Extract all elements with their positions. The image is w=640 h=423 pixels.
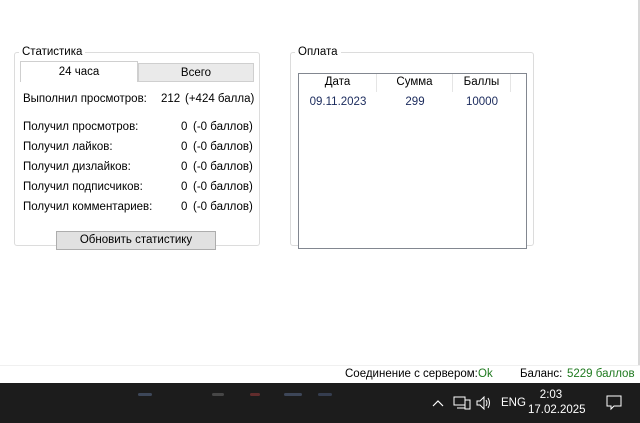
clock-date: 17.02.2025 — [528, 404, 586, 416]
statistics-legend: Статистика — [22, 46, 83, 58]
payment-list[interactable]: Дата Сумма Баллы 09.11.2023 299 10000 — [298, 73, 527, 249]
column-header-date[interactable]: Дата — [299, 74, 377, 92]
cell-points: 10000 — [466, 96, 498, 108]
stat-label: Получил просмотров: — [23, 121, 139, 133]
payment-legend: Оплата — [298, 46, 338, 58]
status-bar: Соединение с сервером: Ok Баланс: 5229 б… — [0, 365, 640, 383]
taskbar: ENG 2:03 17.02.2025 — [0, 383, 640, 423]
payment-list-header: Дата Сумма Баллы — [299, 74, 526, 92]
notification-icon[interactable] — [606, 395, 622, 411]
stat-value: 0 — [181, 201, 188, 213]
cell-amount: 299 — [405, 96, 425, 108]
stat-bonus: (-0 баллов) — [193, 121, 253, 133]
balance-label: Баланс: — [520, 368, 563, 380]
tab-24h[interactable]: 24 часа — [20, 61, 138, 82]
stat-bonus: (-0 баллов) — [193, 161, 253, 173]
stat-value: 212 — [161, 93, 181, 105]
payment-group: Оплата Дата Сумма Баллы 09.11.2023 299 1… — [290, 46, 534, 249]
connection-status: Ok — [478, 368, 493, 380]
stat-label: Получил лайков: — [23, 141, 113, 153]
cell-date: 09.11.2023 — [309, 96, 367, 108]
tab-total[interactable]: Всего — [138, 63, 254, 82]
connection-label: Соединение с сервером: — [345, 368, 478, 380]
volume-icon[interactable] — [476, 396, 492, 410]
stat-value: 0 — [181, 161, 188, 173]
stat-label: Выполнил просмотров: — [23, 93, 147, 105]
language-indicator[interactable]: ENG — [501, 397, 526, 409]
stat-value: 0 — [181, 121, 188, 133]
period-tabs: 24 часа Всего — [20, 61, 254, 82]
refresh-stats-button[interactable]: Обновить статистику — [56, 231, 216, 250]
clock[interactable]: 2:03 17.02.2025 — [528, 388, 586, 418]
chevron-up-icon[interactable] — [432, 399, 444, 407]
stat-label: Получил комментариев: — [23, 201, 153, 213]
stat-bonus: (+424 балла) — [185, 93, 255, 105]
stat-bonus: (-0 баллов) — [193, 141, 253, 153]
table-row[interactable]: 09.11.2023 299 10000 — [299, 93, 526, 111]
clock-time: 2:03 — [539, 389, 563, 401]
stat-bonus: (-0 баллов) — [193, 201, 253, 213]
stat-value: 0 — [181, 141, 188, 153]
column-header-points[interactable]: Баллы — [453, 74, 511, 92]
column-header-amount[interactable]: Сумма — [377, 74, 453, 92]
stat-label: Получил подписчиков: — [23, 181, 143, 193]
network-icon[interactable] — [453, 396, 471, 410]
system-tray: ENG 2:03 17.02.2025 — [0, 383, 640, 423]
statistics-group: Статистика 24 часа Всего Выполнил просмо… — [14, 46, 260, 250]
stat-label: Получил дизлайков: — [23, 161, 131, 173]
stat-value: 0 — [181, 181, 188, 193]
balance-value: 5229 баллов — [567, 368, 635, 380]
stat-bonus: (-0 баллов) — [193, 181, 253, 193]
app-window: Статистика 24 часа Всего Выполнил просмо… — [0, 0, 640, 383]
